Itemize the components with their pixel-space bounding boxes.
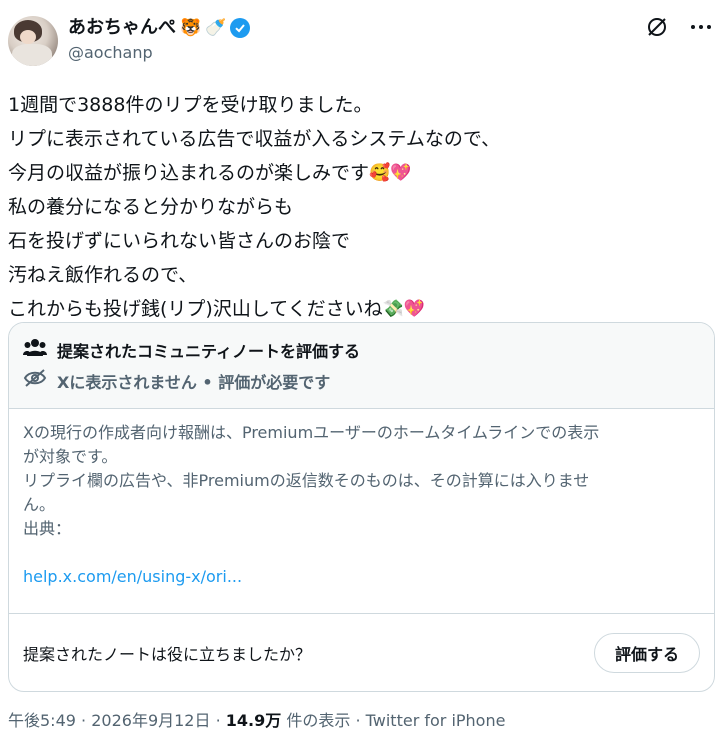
tweet-date[interactable]: 2026年9月12日	[91, 711, 210, 730]
author-handle[interactable]: @aochanp	[68, 42, 250, 64]
tweet-line: 石を投げずにいられない皆さんのお陰で	[8, 230, 351, 252]
note-line: Xの現行の作成者向け報酬は、Premiumユーザーのホームタイムラインでの表示	[23, 423, 600, 442]
meta-separator: ·	[81, 711, 87, 730]
rate-button[interactable]: 評価する	[593, 633, 700, 673]
helpful-question: 提案されたノートは役に立ちましたか？	[23, 645, 312, 664]
community-note-title-text: 提案されたコミュニティノートを評価する	[57, 341, 361, 361]
tweet-header: あおちゃんぺ 🐯 🍼 @aochanp	[8, 10, 720, 70]
verified-badge-icon	[230, 18, 251, 38]
baby-bottle-emoji: 🍼	[205, 18, 227, 38]
tweet-line: 私の養分になると分かりながらも	[8, 196, 294, 218]
author-names: あおちゃんぺ 🐯 🍼 @aochanp	[68, 16, 251, 64]
display-name-text: あおちゃんぺ	[68, 17, 176, 38]
tweet-text: 1週間で3888件のリプを受け取りました。 リプに表示されている広告で収益が入る…	[8, 88, 720, 326]
note-line: が対象です。	[23, 447, 118, 466]
tweet-line: 汚ねえ飯作れるので、	[8, 264, 198, 286]
community-note-footer: 提案されたノートは役に立ちましたか？ 評価する	[9, 614, 714, 691]
note-source-link[interactable]: help.x.com/en/using-x/ori...	[23, 565, 700, 589]
tiger-emoji: 🐯	[180, 18, 202, 38]
tweet-meta: 午後5:49 · 2026年9月12日 · 14.9万 件の表示 · Twitt…	[8, 707, 505, 731]
tweet-line: リプに表示されている広告で収益が入るシステムなので、	[8, 128, 501, 150]
note-line: リプライ欄の広告や、非Premiumの返信数そのものは、その計算には入りませ	[23, 471, 590, 490]
view-count-suffix: 件の表示	[286, 711, 351, 730]
view-count: 14.9万	[225, 711, 282, 730]
tweet-line-text: 今月の収益が振り込まれるのが楽しみです	[8, 162, 370, 184]
community-note-body: Xの現行の作成者向け報酬は、Premiumユーザーのホームタイムラインでの表示 …	[9, 409, 714, 614]
grok-icon[interactable]	[644, 14, 670, 40]
note-line: ん。	[23, 495, 56, 514]
note-line: 出典：	[23, 519, 72, 538]
author-display-name[interactable]: あおちゃんぺ 🐯 🍼	[68, 16, 251, 40]
tweet-time[interactable]: 午後5:49	[8, 711, 76, 730]
more-options-icon[interactable]	[688, 14, 714, 40]
tweet-line: これからも投げ銭(リプ)沢山してくださいね 💸💖	[8, 292, 720, 326]
header-actions	[644, 14, 714, 40]
community-note-header[interactable]: 提案されたコミュニティノートを評価する Xに表示されません • 評価が必要です	[9, 323, 714, 409]
tweet-line: 1週間で3888件のリプを受け取りました。	[8, 94, 373, 116]
avatar[interactable]	[8, 16, 58, 66]
smiling-hearts-emoji: 🥰💖	[369, 163, 412, 183]
eye-off-icon	[23, 368, 47, 397]
money-wings-emoji: 💸💖	[382, 299, 426, 319]
tweet-line: 今月の収益が振り込まれるのが楽しみです 🥰💖	[8, 156, 720, 190]
people-icon	[23, 337, 47, 366]
meta-separator: ·	[215, 711, 221, 730]
tweet-line-text: これからも投げ銭(リプ)沢山してくださいね	[8, 298, 383, 320]
community-note-title: 提案されたコミュニティノートを評価する	[23, 337, 700, 366]
community-note-status: Xに表示されません • 評価が必要です	[23, 368, 700, 397]
community-note: 提案されたコミュニティノートを評価する Xに表示されません • 評価が必要です …	[8, 322, 715, 692]
tweet-client: Twitter for iPhone	[365, 711, 506, 730]
meta-separator: ·	[355, 711, 361, 730]
community-note-status-text: Xに表示されません • 評価が必要です	[57, 372, 331, 392]
